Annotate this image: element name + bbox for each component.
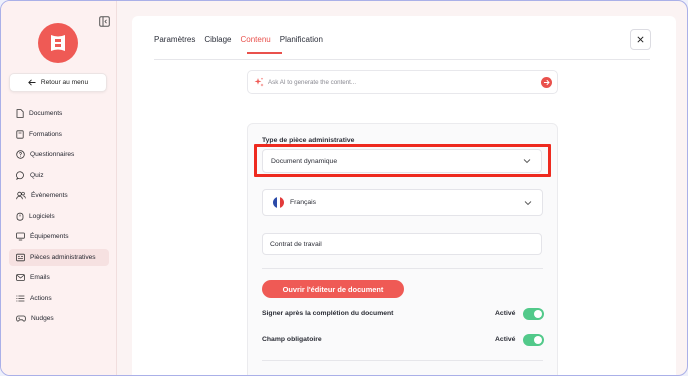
tab-contenu[interactable]: Contenu xyxy=(241,35,271,44)
mail-icon xyxy=(16,274,25,281)
sidebar-item-quiz[interactable]: Quiz xyxy=(9,167,109,184)
question-icon xyxy=(16,150,25,159)
sidebar-item-label: Documents xyxy=(29,110,63,117)
sidebar-item-nudges[interactable]: Nudges xyxy=(9,310,109,327)
sign-after-completion-state: Activé xyxy=(495,310,516,317)
sign-after-completion-row: Signer après la complétion du document A… xyxy=(262,308,544,322)
chat-icon xyxy=(16,170,24,180)
sidebar-item-questionnaires[interactable]: Questionnaires xyxy=(9,146,109,163)
sidebar-item-label: Formations xyxy=(29,130,62,138)
required-field-row: Champ obligatoire Activé xyxy=(262,334,544,348)
sidebar-item-pieces-administratives[interactable]: Pièces administratives xyxy=(9,248,109,266)
france-flag-icon xyxy=(273,197,284,208)
sidebar: Retour au menu Documents Formations Ques… xyxy=(1,1,117,375)
required-field-state: Activé xyxy=(495,336,516,343)
sidebar-item-emails[interactable]: Emails xyxy=(9,269,109,286)
active-tab-indicator xyxy=(247,52,282,54)
back-to-menu-label: Retour au menu xyxy=(40,79,89,86)
sidebar-item-label: Questionnaires xyxy=(30,151,75,158)
highlight-box xyxy=(254,144,551,177)
sidebar-item-label: Quiz xyxy=(30,171,44,179)
document-icon xyxy=(16,109,24,118)
id-card-icon xyxy=(16,253,25,261)
gamepad-icon xyxy=(16,315,26,322)
content-form-card: Type de pièce administrative Document dy… xyxy=(247,123,558,375)
users-icon xyxy=(16,191,26,200)
required-field-label: Champ obligatoire xyxy=(262,336,322,343)
book-icon xyxy=(16,129,24,139)
main-panel: Paramètres Ciblage Contenu Planification… xyxy=(132,16,676,375)
sidebar-item-label: Évènements xyxy=(31,192,68,199)
tab-planification[interactable]: Planification xyxy=(280,35,323,44)
ai-send-button[interactable] xyxy=(541,77,552,88)
form-divider xyxy=(262,360,543,361)
arrow-left-icon xyxy=(28,79,36,86)
sidebar-item-actions[interactable]: Actions xyxy=(9,290,109,307)
tab-parametres[interactable]: Paramètres xyxy=(154,35,195,44)
app-window: Retour au menu Documents Formations Ques… xyxy=(0,0,688,376)
sidebar-nav: Documents Formations Questionnaires Quiz… xyxy=(9,105,109,331)
language-value: Français xyxy=(290,199,317,206)
document-type-label: Type de pièce administrative xyxy=(262,137,355,144)
sidebar-item-logiciels[interactable]: Logiciels xyxy=(9,208,109,225)
sidebar-item-documents[interactable]: Documents xyxy=(9,105,109,122)
sidebar-collapse-icon[interactable] xyxy=(99,14,110,27)
list-icon xyxy=(16,295,25,301)
power-icon xyxy=(16,212,24,221)
close-icon xyxy=(637,36,644,43)
sidebar-item-label: Emails xyxy=(30,274,50,281)
sign-after-completion-toggle[interactable] xyxy=(523,308,544,320)
chevron-down-icon xyxy=(524,200,532,205)
open-document-editor-button[interactable]: Ouvrir l'éditeur de document xyxy=(262,280,404,298)
sidebar-item-formations[interactable]: Formations xyxy=(9,126,109,143)
document-title-input[interactable] xyxy=(262,233,542,255)
sparkle-icon xyxy=(254,77,264,87)
form-divider xyxy=(262,268,543,269)
sidebar-item-equipements[interactable]: Équipements xyxy=(9,228,109,245)
ai-prompt-input[interactable] xyxy=(268,74,528,91)
sidebar-item-evenements[interactable]: Évènements xyxy=(9,187,109,204)
back-to-menu-button[interactable]: Retour au menu xyxy=(9,73,107,92)
app-logo[interactable] xyxy=(38,23,78,63)
sidebar-item-label: Actions xyxy=(30,294,52,302)
monitor-icon xyxy=(16,232,25,241)
sidebar-item-label: Nudges xyxy=(31,315,54,322)
tabs-divider xyxy=(154,59,650,60)
close-button[interactable] xyxy=(630,29,651,50)
arrow-right-icon xyxy=(544,79,550,86)
language-select[interactable]: Français xyxy=(262,189,543,216)
required-field-toggle[interactable] xyxy=(523,334,544,346)
ai-prompt-bar xyxy=(247,70,558,94)
sidebar-item-label: Équipements xyxy=(30,233,69,240)
sidebar-item-label: Logiciels xyxy=(29,212,55,220)
tab-ciblage[interactable]: Ciblage xyxy=(204,35,231,44)
tab-bar: Paramètres Ciblage Contenu Planification xyxy=(154,35,323,44)
sidebar-item-label: Pièces administratives xyxy=(30,253,96,261)
sign-after-completion-label: Signer après la complétion du document xyxy=(262,310,394,317)
